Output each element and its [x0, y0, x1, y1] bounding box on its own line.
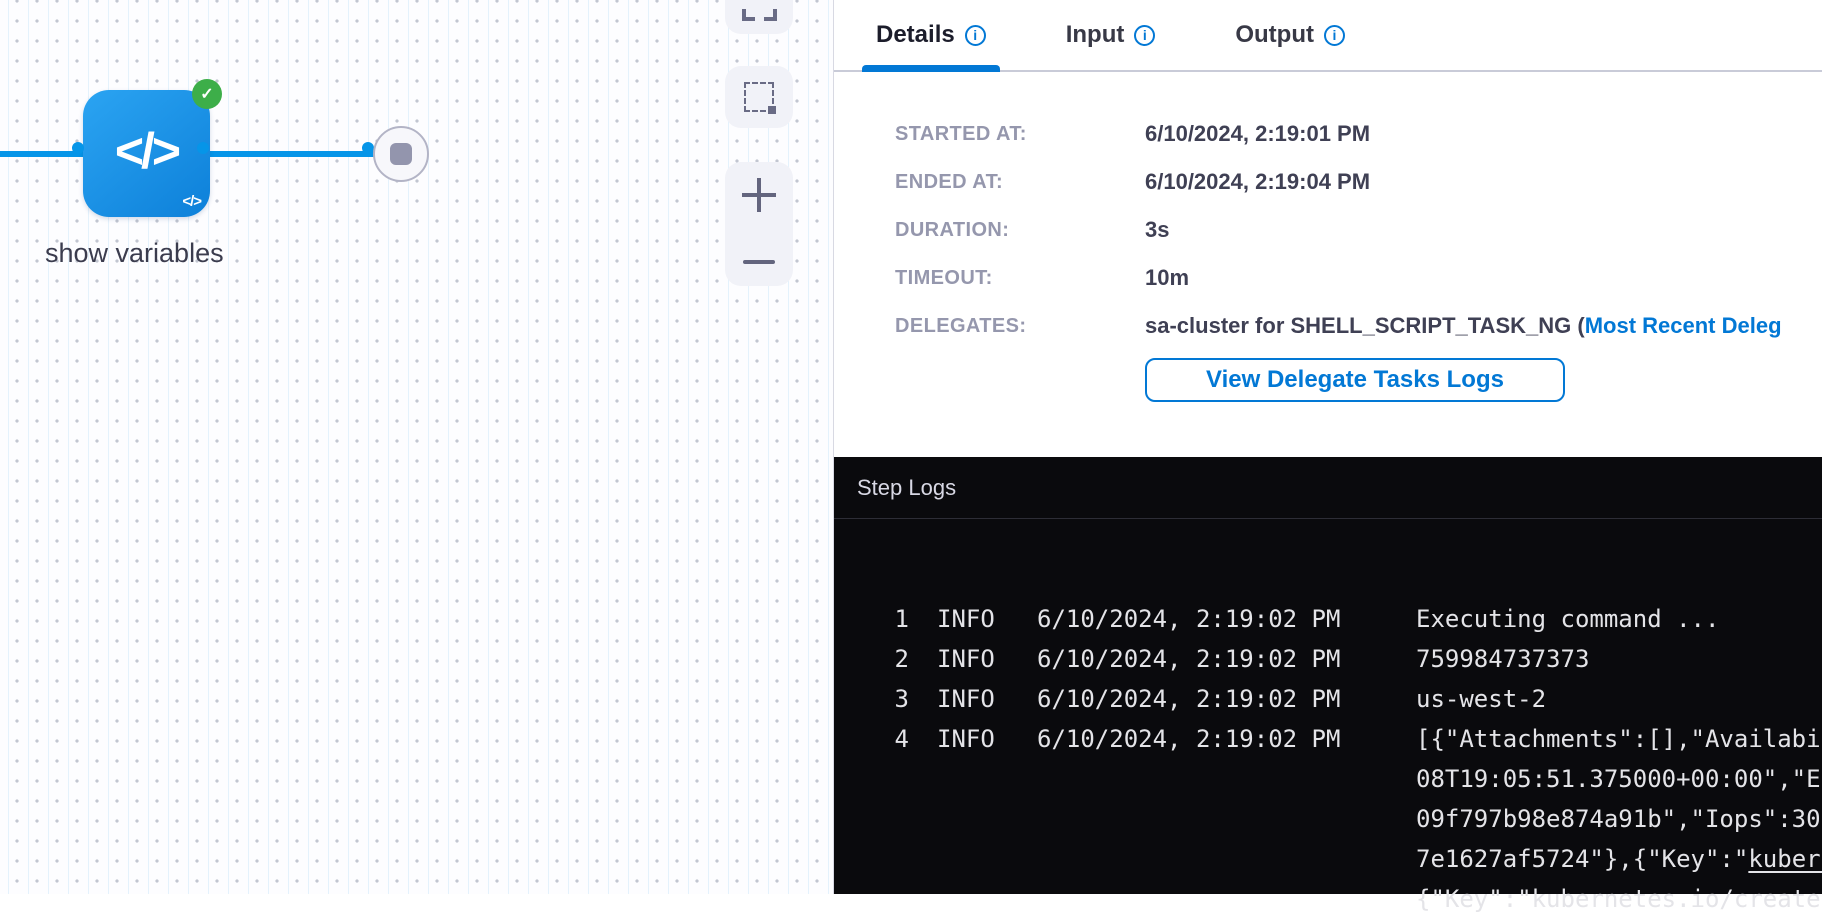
- log-row: 2INFO6/10/2024, 2:19:02 PM759984737373: [893, 639, 1822, 679]
- edge-outgoing: [209, 151, 374, 157]
- info-icon[interactable]: [1134, 25, 1155, 46]
- tab-input-label: Input: [1066, 21, 1125, 49]
- tab-output[interactable]: Output: [1221, 0, 1359, 70]
- detail-value: 3s: [1145, 217, 1169, 243]
- log-row: 1INFO6/10/2024, 2:19:02 PMExecuting comm…: [893, 599, 1822, 639]
- log-row: 4INFO6/10/2024, 2:19:02 PM[{"Attachments…: [893, 719, 1822, 759]
- step-logs-title: Step Logs: [857, 475, 956, 501]
- success-check-icon: ✓: [192, 79, 222, 109]
- most-recent-delegate-link[interactable]: Most Recent Deleg: [1585, 313, 1782, 338]
- fit-view-icon: [742, 9, 777, 21]
- detail-value: sa-cluster for SHELL_SCRIPT_TASK_NG (Mos…: [1145, 313, 1782, 339]
- zoom-out-icon[interactable]: [743, 260, 775, 264]
- stop-icon: [390, 143, 412, 165]
- detail-row-duration: DURATION: 3s: [895, 206, 1822, 254]
- marquee-select-button[interactable]: [725, 66, 793, 128]
- detail-value: 6/10/2024, 2:19:04 PM: [1145, 169, 1370, 195]
- detail-label: DURATION:: [895, 219, 1145, 242]
- marquee-select-icon: [744, 82, 774, 112]
- view-delegate-tasks-logs-button[interactable]: View Delegate Tasks Logs: [1145, 358, 1565, 402]
- step-logs-section: Step Logs 1INFO6/10/2024, 2:19:02 PMExec…: [834, 457, 1822, 894]
- step-details-panel: Details Input Output STARTED AT: 6/10/20…: [833, 0, 1822, 894]
- shell-script-icon: </>: [182, 193, 201, 210]
- zoom-in-icon[interactable]: [742, 178, 776, 212]
- detail-row-started: STARTED AT: 6/10/2024, 2:19:01 PM: [895, 110, 1822, 158]
- detail-label: STARTED AT:: [895, 123, 1145, 146]
- node-output-port: [197, 142, 209, 154]
- detail-value: 10m: [1145, 265, 1189, 291]
- detail-label: ENDED AT:: [895, 171, 1145, 194]
- info-icon[interactable]: [1324, 25, 1345, 46]
- tab-details-label: Details: [876, 21, 955, 49]
- details-tabbar: Details Input Output: [834, 0, 1822, 72]
- detail-value: 6/10/2024, 2:19:01 PM: [1145, 121, 1370, 147]
- detail-row-ended: ENDED AT: 6/10/2024, 2:19:04 PM: [895, 158, 1822, 206]
- detail-label: DELEGATES:: [895, 315, 1145, 338]
- step-logs-header: Step Logs: [834, 457, 1822, 519]
- tab-input[interactable]: Input: [1052, 0, 1170, 70]
- log-row: {"Key":"kubernetes.io/created: [893, 879, 1822, 919]
- pipeline-end-node[interactable]: [373, 126, 429, 182]
- tab-output-label: Output: [1235, 21, 1314, 49]
- details-section: STARTED AT: 6/10/2024, 2:19:01 PM ENDED …: [834, 72, 1822, 402]
- fit-view-button[interactable]: [725, 0, 793, 34]
- detail-row-timeout: TIMEOUT: 10m: [895, 254, 1822, 302]
- log-row: 08T19:05:51.375000+00:00","En: [893, 759, 1822, 799]
- step-node-show-variables[interactable]: </> </> ✓: [83, 90, 210, 217]
- detail-label: TIMEOUT:: [895, 267, 1145, 290]
- log-link[interactable]: kubern: [1748, 845, 1822, 873]
- log-row: 09f797b98e874a91b","Iops":300: [893, 799, 1822, 839]
- zoom-controls[interactable]: [725, 162, 793, 286]
- log-row: 7e1627af5724"},{"Key":"kubern: [893, 839, 1822, 879]
- log-console[interactable]: 1INFO6/10/2024, 2:19:02 PMExecuting comm…: [834, 519, 1822, 919]
- detail-row-delegates: DELEGATES: sa-cluster for SHELL_SCRIPT_T…: [895, 302, 1822, 350]
- tab-details[interactable]: Details: [862, 0, 1000, 70]
- edge-incoming: [0, 151, 84, 157]
- step-node-label: show variables: [45, 238, 224, 269]
- pipeline-canvas[interactable]: </> </> ✓ show variables: [0, 0, 833, 894]
- node-input-port: [72, 142, 84, 154]
- info-icon[interactable]: [965, 25, 986, 46]
- log-row: 3INFO6/10/2024, 2:19:02 PMus-west-2: [893, 679, 1822, 719]
